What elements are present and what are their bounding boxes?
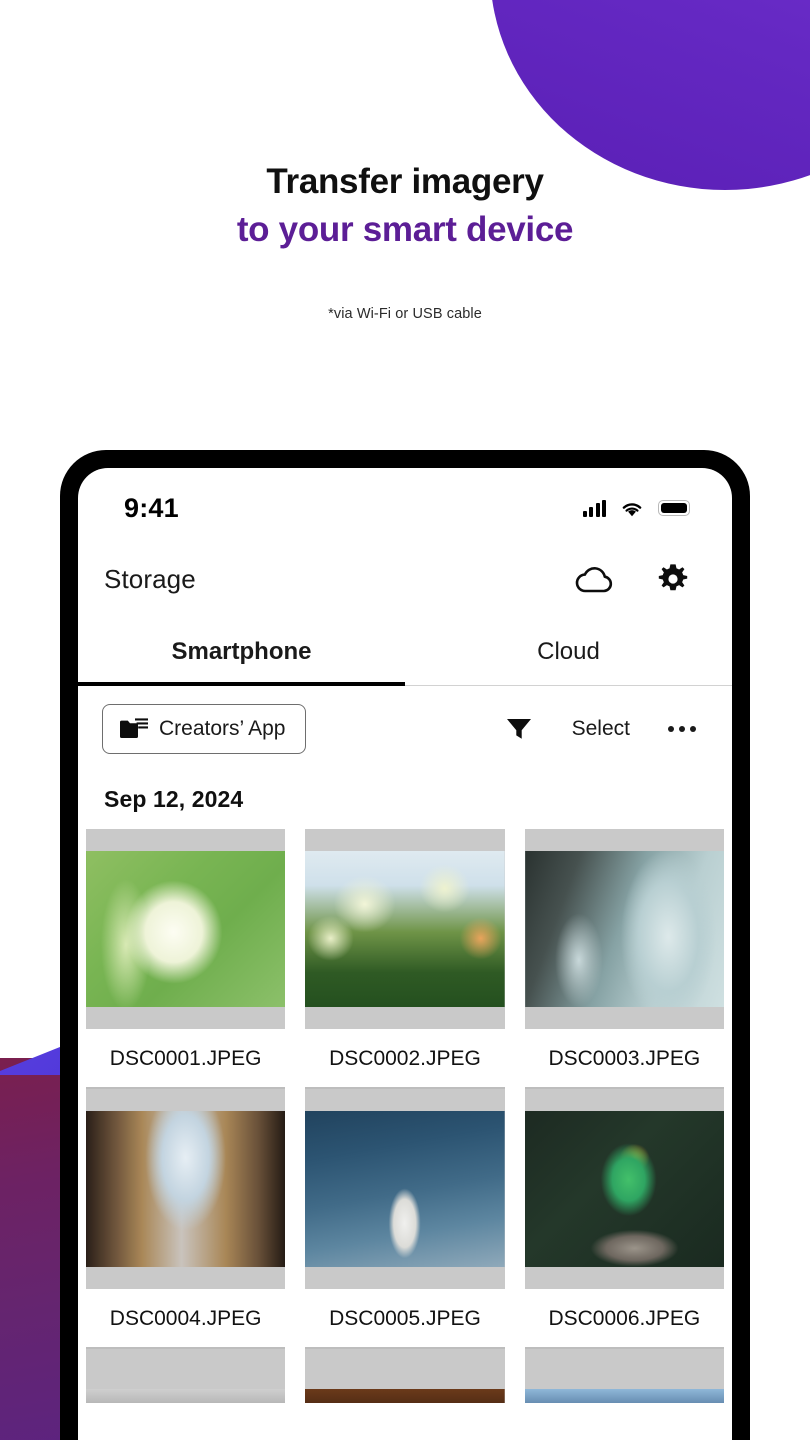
photo-image (524, 851, 724, 1007)
photo-image (305, 1111, 505, 1267)
photo-thumbnail[interactable] (86, 1089, 286, 1289)
photo-filename: DSC0001.JPEG (86, 1029, 286, 1089)
photo-filename: DSC0004.JPEG (86, 1289, 286, 1349)
tab-smartphone-label: Smartphone (171, 638, 312, 665)
select-button[interactable]: Select (572, 717, 630, 741)
battery-full-icon (658, 500, 690, 516)
photo-cell[interactable]: DSC0006.JPEG (524, 1089, 724, 1349)
cloud-icon[interactable] (574, 564, 616, 594)
photo-image (86, 851, 286, 1007)
wifi-icon (619, 499, 645, 518)
photo-cell[interactable]: DSC0002.JPEG (305, 829, 505, 1089)
status-icons (582, 499, 690, 518)
photo-thumbnail[interactable] (305, 1089, 505, 1289)
photo-grid-row-1: DSC0001.JPEG DSC0002.JPEG DSC0003.JPEG (78, 829, 732, 1089)
phone-screen: 9:41 Storage Smartphone Cloud Creators’ … (78, 468, 732, 1440)
photo-grid-row-2: DSC0004.JPEG DSC0005.JPEG DSC0006.JPEG (78, 1089, 732, 1349)
photo-filename: DSC0002.JPEG (305, 1029, 505, 1089)
page-title: Transfer imagery to your smart device (0, 158, 810, 254)
photo-image (524, 1111, 724, 1267)
photo-cell[interactable] (86, 1349, 286, 1403)
headline-line-2: to your smart device (236, 209, 574, 249)
photo-filename: DSC0005.JPEG (305, 1289, 505, 1349)
hero-subnote: *via Wi-Fi or USB cable (328, 305, 482, 322)
photo-cell[interactable]: DSC0001.JPEG (86, 829, 286, 1089)
hero-copy: Transfer imagery to your smart device *v… (0, 0, 810, 322)
gear-icon[interactable] (656, 562, 690, 596)
three-dots-icon[interactable] (668, 726, 696, 732)
creators-app-button[interactable]: Creators’ App (102, 704, 307, 754)
photo-thumbnail[interactable] (86, 829, 286, 1029)
photo-filename: DSC0003.JPEG (524, 1029, 724, 1089)
status-bar: 9:41 (78, 468, 732, 540)
photo-image (86, 1111, 286, 1267)
photo-image (305, 1389, 505, 1403)
funnel-filter-icon[interactable] (504, 714, 534, 744)
date-group-header: Sep 12, 2024 (104, 786, 244, 812)
app-title: Storage (104, 563, 196, 594)
photo-image (86, 1389, 286, 1403)
app-header: Storage (78, 540, 732, 618)
photo-cell[interactable] (524, 1349, 724, 1403)
photo-image (305, 851, 505, 1007)
photo-thumbnail[interactable] (524, 1089, 724, 1289)
promo-screenshot: Transfer imagery to your smart device *v… (0, 0, 810, 1440)
headline-line-1: Transfer imagery (266, 162, 544, 201)
storage-tabs: Smartphone Cloud (78, 618, 732, 686)
photo-thumbnail[interactable] (86, 1349, 286, 1403)
tab-cloud[interactable]: Cloud (405, 618, 732, 686)
cellular-signal-icon (582, 499, 606, 517)
photo-thumbnail[interactable] (305, 829, 505, 1029)
header-actions (574, 562, 690, 596)
tab-cloud-label: Cloud (537, 638, 600, 665)
photo-image (524, 1389, 724, 1403)
photo-filename: DSC0006.JPEG (524, 1289, 724, 1349)
photo-thumbnail[interactable] (524, 829, 724, 1029)
photo-cell[interactable] (305, 1349, 505, 1403)
tab-smartphone[interactable]: Smartphone (78, 618, 405, 686)
status-time: 9:41 (124, 492, 179, 523)
folder-list-icon (119, 717, 149, 741)
photo-cell[interactable]: DSC0005.JPEG (305, 1089, 505, 1349)
photo-grid-row-3-partial (78, 1349, 732, 1403)
photo-thumbnail[interactable] (524, 1349, 724, 1403)
photo-thumbnail[interactable] (305, 1349, 505, 1403)
photo-cell[interactable]: DSC0003.JPEG (524, 829, 724, 1089)
toolbar-actions: Select (504, 714, 696, 744)
phone-mockup: 9:41 Storage Smartphone Cloud Creators’ … (60, 450, 750, 1440)
creators-app-label: Creators’ App (159, 717, 286, 740)
file-toolbar: Creators’ App Select (78, 686, 732, 772)
photo-cell[interactable]: DSC0004.JPEG (86, 1089, 286, 1349)
